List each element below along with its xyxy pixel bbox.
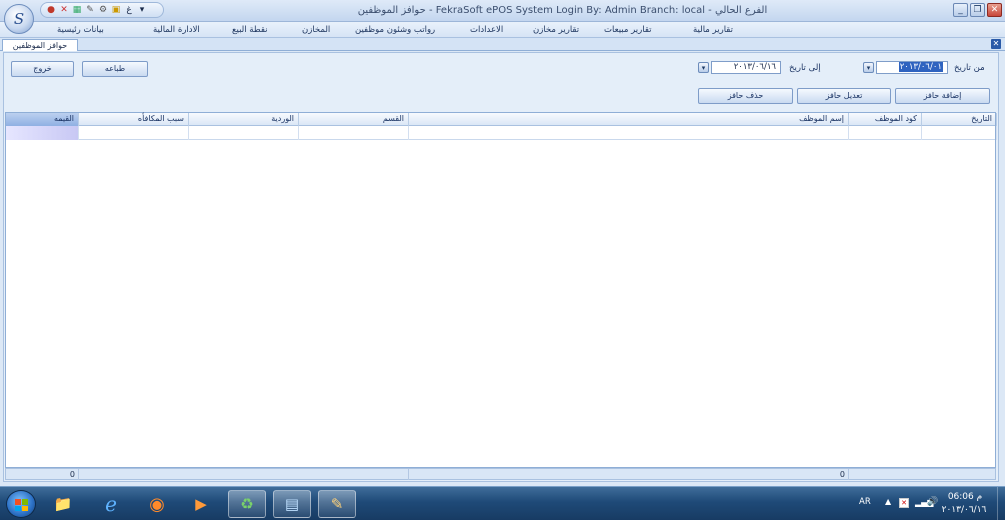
menu-item-sales-reports[interactable]: تقارير مبيعات bbox=[604, 25, 652, 35]
footer-spacer bbox=[79, 469, 409, 480]
column-header-employee-name[interactable]: إسم الموظف bbox=[409, 113, 849, 126]
footer-total-value: 0 bbox=[6, 469, 79, 480]
taskbar-explorer-button[interactable]: 📁 bbox=[44, 490, 82, 518]
cell-date[interactable] bbox=[922, 126, 997, 140]
folder-icon: 📁 bbox=[53, 495, 73, 513]
footer-total-text: 0 bbox=[69, 470, 75, 479]
remote-desktop-icon: ▤ bbox=[284, 495, 300, 513]
cell-department[interactable] bbox=[299, 126, 409, 140]
cell-value[interactable] bbox=[6, 126, 79, 140]
show-desktop-button[interactable] bbox=[997, 487, 1005, 520]
windows-logo-icon bbox=[15, 499, 28, 511]
print-button[interactable]: طباعه bbox=[82, 61, 148, 77]
internet-explorer-icon: ℯ bbox=[105, 492, 117, 516]
exit-button[interactable]: خروج bbox=[11, 61, 74, 77]
menu-bar: تقارير مالية تقارير مبيعات تقارير مخازن … bbox=[0, 22, 1005, 38]
show-hidden-icons-icon[interactable]: ▲ bbox=[885, 497, 891, 506]
menu-item-stock-reports[interactable]: تقارير مخازن bbox=[533, 25, 579, 35]
cell-reward-reason[interactable] bbox=[79, 126, 189, 140]
grid-footer: 0 0 bbox=[5, 468, 996, 480]
footer-count-text: 0 bbox=[839, 470, 845, 479]
taskbar-recycle-button[interactable]: ♻ bbox=[228, 490, 266, 518]
volume-icon[interactable]: 🔊 bbox=[927, 497, 938, 507]
taskbar-paint-button[interactable]: ✎ bbox=[318, 490, 356, 518]
tab-employee-incentives[interactable]: حوافز الموظفين bbox=[2, 39, 78, 51]
menu-item-settings[interactable]: الاعدادات bbox=[470, 25, 503, 35]
taskbar-media-player-button[interactable]: ▶ bbox=[182, 490, 220, 518]
cell-shift[interactable] bbox=[189, 126, 299, 140]
add-incentive-button[interactable]: إضافة حافز bbox=[895, 88, 990, 104]
menu-item-finance[interactable]: الادارة المالية bbox=[153, 25, 200, 35]
edit-incentive-button[interactable]: تعديل حافز bbox=[797, 88, 891, 104]
windows-taskbar: 📁 ℯ ◉ ▶ ♻ ▤ ✎ AR ▲ ✕ ▂▄▆ 🔊 م 06:06 ٢٠١٣/… bbox=[0, 486, 1005, 520]
column-header-date[interactable]: التاريخ bbox=[922, 113, 997, 126]
menu-item-stores[interactable]: المخازن bbox=[302, 25, 330, 35]
application-orb[interactable]: S bbox=[4, 4, 34, 34]
table-row[interactable] bbox=[6, 126, 997, 140]
system-tray: AR ▲ ✕ ▂▄▆ 🔊 م 06:06 ٢٠١٣/٠٦/١٦ bbox=[837, 487, 997, 520]
cell-employee-name[interactable] bbox=[409, 126, 849, 140]
action-center-flag-icon[interactable]: ✕ bbox=[899, 498, 909, 508]
menu-item-pos[interactable]: نقطة البيع bbox=[232, 25, 268, 35]
clock-date[interactable]: ٢٠١٣/٠٦/١٦ bbox=[939, 505, 989, 515]
close-window-button[interactable]: ✕ bbox=[987, 3, 1002, 17]
column-header-employee-code[interactable]: كود الموظف bbox=[849, 113, 922, 126]
clock-time[interactable]: م 06:06 bbox=[945, 492, 985, 502]
taskbar-ie-button[interactable]: ℯ bbox=[92, 490, 130, 518]
incentives-grid[interactable]: التاريخ كود الموظف إسم الموظف القسم الور… bbox=[5, 112, 997, 468]
orb-logo-icon: S bbox=[13, 10, 25, 28]
from-date-input[interactable]: ٢٠١٣/٠٦/٠١ bbox=[876, 61, 948, 74]
to-date-dropdown-icon[interactable]: ▾ bbox=[698, 62, 709, 73]
start-button[interactable] bbox=[6, 490, 36, 518]
to-date-label: إلى تاريخ bbox=[789, 63, 821, 73]
taskbar-firefox-button[interactable]: ◉ bbox=[138, 490, 176, 518]
menu-item-payroll[interactable]: رواتب وشئون موظفين bbox=[355, 25, 435, 35]
paint-icon: ✎ bbox=[330, 495, 344, 513]
footer-count-value: 0 bbox=[409, 469, 849, 480]
menu-item-financial-reports[interactable]: تقارير مالية bbox=[693, 25, 733, 35]
column-header-shift[interactable]: الوردية bbox=[189, 113, 299, 126]
minimize-button[interactable]: _ bbox=[953, 3, 968, 17]
column-header-value[interactable]: القيمه bbox=[6, 113, 79, 126]
language-indicator[interactable]: AR bbox=[859, 497, 871, 507]
from-date-dropdown-icon[interactable]: ▾ bbox=[863, 62, 874, 73]
recycle-icon: ♻ bbox=[240, 495, 254, 513]
firefox-icon: ◉ bbox=[149, 493, 165, 515]
maximize-button[interactable]: ❐ bbox=[970, 3, 985, 17]
window-controls: _ ❐ ✕ bbox=[953, 3, 1002, 17]
grid-header-row: التاريخ كود الموظف إسم الموظف القسم الور… bbox=[6, 113, 997, 126]
window-title: حوافز الموظفين - FekraSoft ePOS System L… bbox=[357, 5, 768, 16]
media-player-icon: ▶ bbox=[195, 495, 207, 513]
column-header-reward-reason[interactable]: سبب المكافأه bbox=[79, 113, 189, 126]
document-tab-strip: حوافز الموظفين ✕ bbox=[0, 38, 1005, 51]
title-bar: ● ✕ ▦ ✎ ⚙ ▣ غ ▾ حوافز الموظفين - FekraSo… bbox=[0, 0, 1005, 22]
from-date-label: من تاريخ bbox=[954, 63, 985, 73]
cell-employee-code[interactable] bbox=[849, 126, 922, 140]
menu-item-master-data[interactable]: بيانات رئيسية bbox=[57, 25, 104, 35]
column-header-department[interactable]: القسم bbox=[299, 113, 409, 126]
delete-incentive-button[interactable]: حذف حافز bbox=[698, 88, 793, 104]
close-tab-icon[interactable]: ✕ bbox=[991, 39, 1001, 49]
taskbar-remote-desktop-button[interactable]: ▤ bbox=[273, 490, 311, 518]
to-date-input[interactable]: ٢٠١٣/٠٦/١٦ bbox=[711, 61, 781, 74]
